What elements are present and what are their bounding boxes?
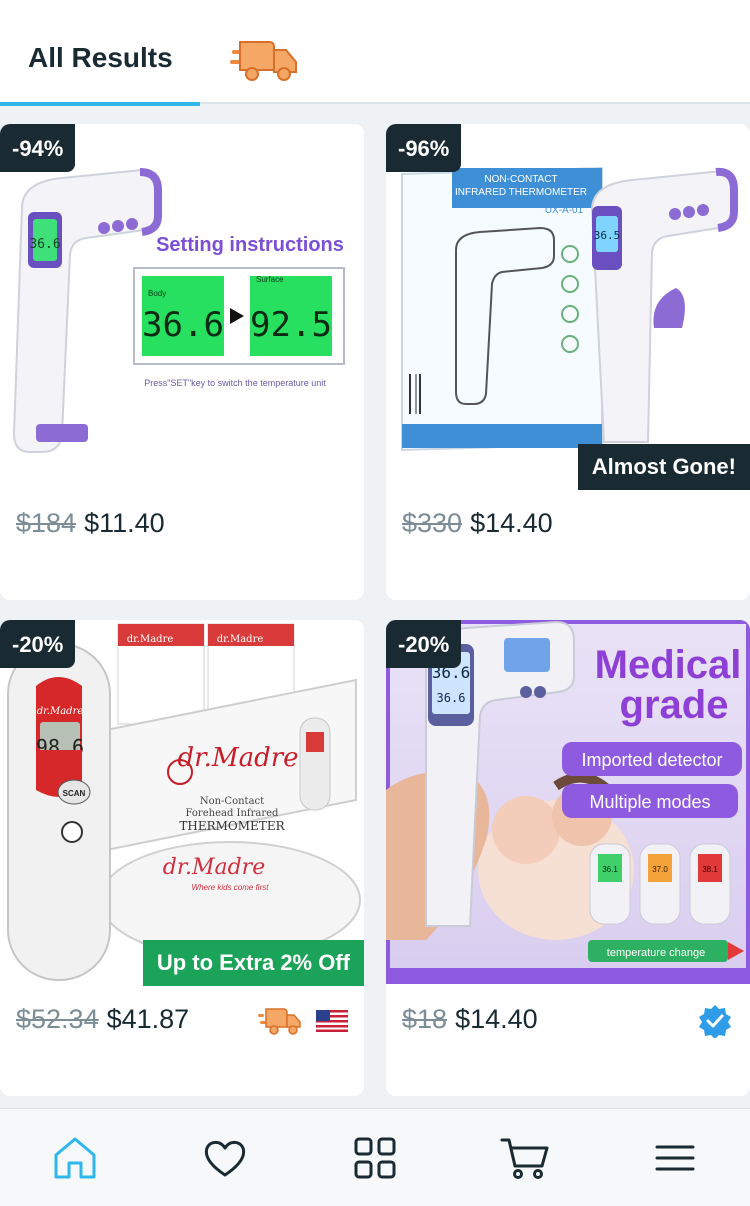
cart-icon (500, 1138, 549, 1179)
price-row: $18 $14.40 (402, 1004, 538, 1035)
svg-text:THERMOMETER: THERMOMETER (179, 819, 285, 833)
sale-price: $11.40 (84, 508, 165, 538)
heart-icon (204, 1140, 246, 1176)
product-card[interactable]: 36.6 Setting instructions Body Surface 3… (0, 124, 364, 600)
nav-wishlist[interactable] (195, 1128, 255, 1188)
product-image[interactable]: 36.6 36.6 Medical grade Imported detecto… (386, 620, 750, 984)
medical-grade-thermometer-image: 36.6 36.6 Medical grade Imported detecto… (386, 620, 750, 984)
extra-off-ribbon: Up to Extra 2% Off (142, 940, 364, 986)
nav-categories[interactable] (345, 1128, 405, 1188)
svg-text:36.6: 36.6 (142, 305, 224, 345)
tab-express-delivery[interactable] (230, 36, 300, 84)
nav-home[interactable] (45, 1128, 105, 1188)
original-price: $52.34 (16, 1004, 99, 1034)
almost-gone-ribbon: Almost Gone! (577, 444, 750, 490)
svg-text:Press"SET"key to switch the te: Press"SET"key to switch the temperature … (144, 378, 326, 388)
forehead-thermometer-image: dr.Madre dr.Madre dr.Madre Non-Contact F… (7, 623, 361, 981)
product-badges (698, 1004, 732, 1038)
svg-text:Non-Contact: Non-Contact (200, 796, 264, 807)
product-card[interactable]: 36.6 36.6 Medical grade Imported detecto… (386, 620, 750, 1096)
discount-badge: -20% (386, 620, 462, 668)
results-tabs: All Results (0, 0, 750, 106)
svg-text:Where kids come first: Where kids come first (192, 883, 270, 892)
svg-text:temperature change: temperature change (607, 947, 705, 959)
grid-icon (354, 1137, 396, 1178)
svg-text:dr.Madre: dr.Madre (163, 855, 265, 880)
svg-text:38.1: 38.1 (702, 865, 718, 874)
delivery-truck-icon (258, 1008, 301, 1035)
svg-text:dr.Madre: dr.Madre (127, 634, 174, 645)
verified-check-icon (699, 1005, 731, 1038)
price-row: $330 $14.40 (402, 508, 553, 539)
product-card[interactable]: NON-CONTACT INFRARED THERMOMETER UX-A-01… (386, 124, 750, 600)
home-icon (54, 1137, 96, 1178)
product-card[interactable]: dr.Madre dr.Madre dr.Madre Non-Contact F… (0, 620, 364, 1096)
svg-text:Body: Body (148, 289, 166, 298)
bottom-navigation (0, 1108, 750, 1206)
svg-text:grade: grade (620, 683, 729, 727)
svg-text:dr.Madre: dr.Madre (217, 634, 264, 645)
delivery-truck-icon (230, 41, 297, 81)
svg-text:92.5: 92.5 (250, 305, 332, 345)
us-flag-icon (316, 1010, 348, 1032)
sale-price: $14.40 (455, 1004, 538, 1034)
discount-badge: -96% (386, 124, 462, 172)
price-row: $52.34 $41.87 (16, 1004, 189, 1035)
active-tab-underline (0, 102, 200, 106)
thermometer-image: 36.6 Setting instructions Body Surface 3… (12, 168, 345, 453)
svg-text:Multiple modes: Multiple modes (589, 792, 710, 812)
instructions-title: Setting instructions (156, 234, 344, 256)
product-image[interactable]: dr.Madre dr.Madre dr.Madre Non-Contact F… (0, 620, 364, 984)
original-price: $18 (402, 1004, 448, 1034)
sale-price: $14.40 (470, 508, 553, 538)
discount-badge: -20% (0, 620, 76, 668)
tab-all-results-label: All Results (28, 42, 173, 73)
svg-text:36.6: 36.6 (29, 237, 60, 252)
tab-all-results[interactable]: All Results (0, 0, 200, 106)
svg-text:NON-CONTACT: NON-CONTACT (484, 174, 557, 185)
svg-text:dr.Madre: dr.Madre (37, 706, 84, 717)
price-row: $184 $11.40 (16, 508, 165, 539)
discount-badge: -94% (0, 124, 76, 172)
product-image[interactable]: NON-CONTACT INFRARED THERMOMETER UX-A-01… (386, 124, 750, 488)
svg-text:37.0: 37.0 (652, 865, 668, 874)
svg-text:36.1: 36.1 (602, 865, 618, 874)
sale-price: $41.87 (106, 1004, 190, 1034)
product-badges (258, 1006, 348, 1036)
svg-text:SCAN: SCAN (63, 789, 86, 798)
svg-text:Medical: Medical (595, 643, 742, 687)
svg-text:INFRARED THERMOMETER: INFRARED THERMOMETER (455, 187, 587, 198)
svg-text:36.5: 36.5 (594, 229, 621, 242)
nav-menu[interactable] (645, 1128, 705, 1188)
svg-text:Surface: Surface (256, 275, 284, 284)
original-price: $330 (402, 508, 463, 538)
nav-cart[interactable] (495, 1128, 555, 1188)
thermometer-box-image: NON-CONTACT INFRARED THERMOMETER UX-A-01… (401, 166, 738, 452)
original-price: $184 (16, 508, 77, 538)
svg-text:UX-A-01: UX-A-01 (545, 205, 584, 216)
svg-text:36.6: 36.6 (437, 691, 466, 705)
product-image[interactable]: 36.6 Setting instructions Body Surface 3… (0, 124, 364, 488)
svg-text:dr.Madre: dr.Madre (177, 743, 298, 773)
svg-text:Forehead Infrared: Forehead Infrared (186, 808, 280, 819)
svg-text:Imported detector: Imported detector (581, 750, 722, 770)
menu-icon (655, 1145, 695, 1170)
